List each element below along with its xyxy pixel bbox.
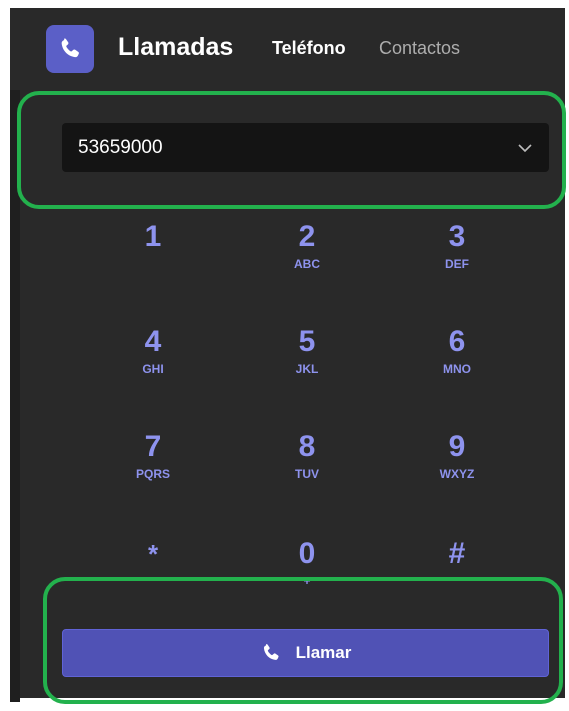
dial-key-0[interactable]: 0 + [252, 538, 362, 618]
dial-key-hash[interactable]: # [402, 538, 512, 618]
key-digit: # [448, 537, 466, 570]
key-digit: 7 [144, 430, 162, 463]
dial-key-6[interactable]: 6 MNO [402, 326, 512, 406]
key-letters: DEF [445, 257, 469, 271]
key-digit: 5 [298, 325, 316, 358]
key-letters: PQRS [135, 467, 170, 481]
dial-key-4[interactable]: 4 GHI [98, 326, 208, 406]
key-digit: 0 [298, 537, 316, 570]
key-letters: WXYZ [439, 467, 475, 481]
dial-key-8[interactable]: 8 TUV [252, 431, 362, 511]
key-digit: 1 [144, 220, 162, 253]
call-button-label: Llamar [295, 643, 352, 662]
tab-phone[interactable]: Teléfono [272, 38, 346, 59]
phone-number-value: 53659000 [78, 137, 163, 158]
dial-key-9[interactable]: 9 WXYZ [402, 431, 512, 511]
key-digit: * [147, 539, 159, 569]
app-icon [46, 25, 94, 73]
key-digit: 6 [448, 325, 466, 358]
phone-icon [263, 644, 279, 660]
dial-key-3[interactable]: 3 DEF [402, 221, 512, 301]
tab-contacts[interactable]: Contactos [379, 38, 460, 59]
phone-number-input[interactable]: 53659000 [62, 123, 549, 172]
app-header: Llamadas Teléfono Contactos [10, 8, 565, 88]
phone-icon [61, 38, 79, 58]
dial-key-star[interactable]: * [98, 538, 208, 618]
key-letters: JKL [295, 362, 319, 376]
key-digit: 3 [448, 220, 466, 253]
dial-key-2[interactable]: 2 ABC [252, 221, 362, 301]
key-letters: MNO [443, 362, 471, 376]
chevron-down-icon[interactable] [515, 138, 535, 158]
key-digit: 8 [298, 430, 316, 463]
call-button[interactable]: Llamar [62, 629, 549, 677]
key-digit: 2 [298, 220, 316, 253]
dial-key-1[interactable]: 1 [98, 221, 208, 301]
key-letters: ABC [294, 257, 320, 271]
left-divider [10, 90, 20, 702]
dial-key-7[interactable]: 7 PQRS [98, 431, 208, 511]
calls-app: Llamadas Teléfono Contactos 53659000 1 2… [10, 8, 565, 702]
key-letters: + [303, 574, 311, 588]
key-digit: 4 [144, 325, 162, 358]
dial-key-5[interactable]: 5 JKL [252, 326, 362, 406]
key-letters: GHI [142, 362, 164, 376]
app-title: Llamadas [118, 33, 234, 61]
key-letters: TUV [295, 467, 319, 481]
key-digit: 9 [448, 430, 466, 463]
